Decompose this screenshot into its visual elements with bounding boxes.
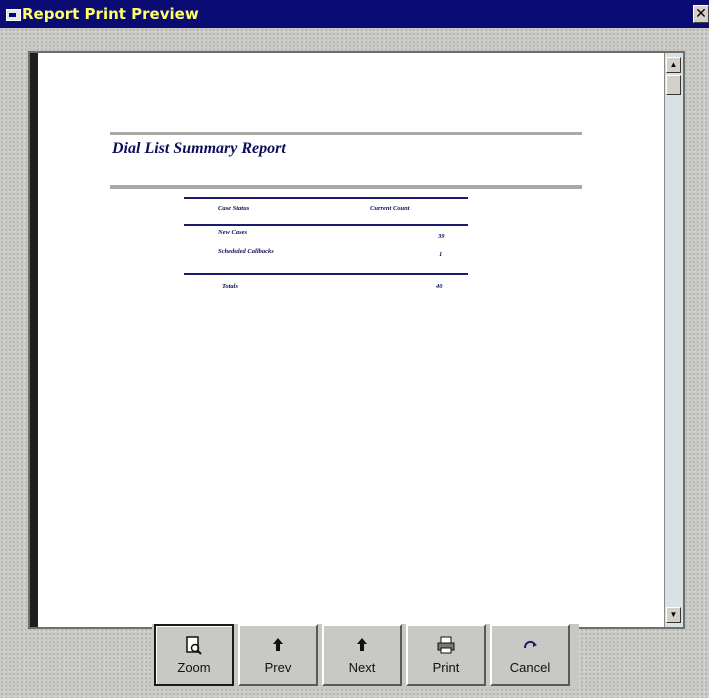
printer-icon (408, 636, 484, 658)
window-title: Report Print Preview (22, 5, 199, 23)
prev-button[interactable]: Prev (238, 624, 318, 686)
zoom-page-icon (156, 636, 232, 658)
title-rule-top (110, 132, 582, 135)
col-header-status: Case Status (218, 205, 250, 212)
report-title: Dial List Summary Report (112, 140, 286, 157)
report-page: Dial List Summary Report Case Status Cur… (38, 53, 663, 627)
next-label: Next (348, 660, 376, 675)
row-value: 1 (439, 251, 443, 258)
zoom-button[interactable]: Zoom (154, 624, 234, 686)
row-label: Scheduled Callbacks (218, 248, 274, 255)
totals-rule (184, 273, 468, 275)
preview-toolbar: Zoom Prev Next Print Cancel (152, 624, 579, 688)
cancel-button[interactable]: Cancel (490, 624, 570, 686)
totals-label: Totals (222, 283, 239, 290)
prev-arrow-icon (240, 636, 316, 658)
scroll-down-button[interactable]: ▼ (666, 607, 681, 623)
scroll-up-button[interactable]: ▲ (666, 57, 681, 73)
vertical-scrollbar[interactable]: ▲ ▼ (664, 53, 683, 627)
viewer-left-border (30, 53, 38, 627)
prev-label: Prev (264, 660, 292, 675)
row-label: New Cases (218, 229, 248, 236)
header-rule-bottom (184, 224, 468, 226)
title-bar: Report Print Preview ✕ (0, 0, 709, 28)
header-rule-top (184, 197, 468, 199)
totals-value: 40 (436, 283, 443, 290)
zoom-label: Zoom (177, 660, 211, 675)
next-button[interactable]: Next (322, 624, 402, 686)
row-value: 39 (438, 233, 445, 240)
col-header-count: Current Count (370, 205, 410, 212)
cancel-label: Cancel (509, 660, 551, 675)
cancel-icon (492, 636, 568, 658)
title-rule-bottom (110, 185, 582, 189)
print-label: Print (432, 660, 460, 675)
app-window-icon (6, 9, 21, 21)
close-button[interactable]: ✕ (693, 5, 709, 23)
scroll-thumb[interactable] (666, 75, 681, 95)
preview-viewer: Dial List Summary Report Case Status Cur… (28, 51, 685, 629)
next-arrow-icon (324, 636, 400, 658)
print-button[interactable]: Print (406, 624, 486, 686)
